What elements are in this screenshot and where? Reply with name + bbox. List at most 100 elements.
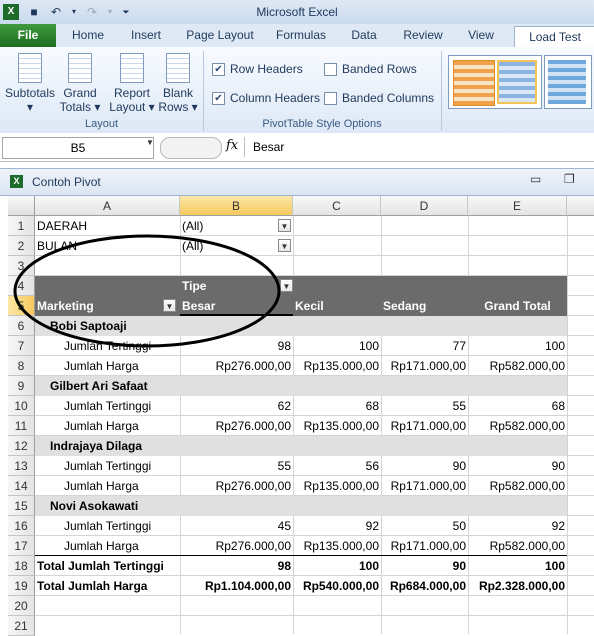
pivot-value-cell[interactable]: Rp1.104.000,00: [180, 576, 293, 596]
tab-page-layout[interactable]: Page Layout: [180, 24, 260, 47]
blank-rows-button[interactable]: Blank Rows ▾: [156, 53, 200, 114]
pivot-value-cell[interactable]: Rp171.000,00: [381, 356, 468, 376]
pivot-value-cell[interactable]: Rp276.000,00: [180, 476, 293, 496]
tab-data[interactable]: Data: [340, 24, 388, 47]
pivot-value-cell[interactable]: Rp135.000,00: [293, 536, 381, 556]
minimize-icon[interactable]: ▭: [530, 172, 541, 186]
pivot-style-blue[interactable]: [548, 60, 586, 104]
tab-insert[interactable]: Insert: [120, 24, 172, 47]
pivot-value-cell[interactable]: Rp135.000,00: [293, 476, 381, 496]
banded-columns-checkbox[interactable]: [324, 92, 337, 105]
pivot-value-cell[interactable]: 68: [293, 396, 381, 416]
pivot-value-cell[interactable]: Rp276.000,00: [180, 416, 293, 436]
pivot-value-cell[interactable]: 77: [381, 336, 468, 356]
pivot-value-cell[interactable]: 100: [293, 336, 381, 356]
pivot-value-cell[interactable]: Rp582.000,00: [468, 476, 567, 496]
grand-totals-button[interactable]: Grand Totals ▾: [58, 53, 102, 114]
pivot-value-cell[interactable]: Rp135.000,00: [293, 416, 381, 436]
marketing-group-label[interactable]: Novi Asokawati: [48, 496, 248, 516]
report-layout-button[interactable]: Report Layout ▾: [108, 53, 156, 114]
formula-bar-resize-handle[interactable]: [160, 137, 222, 159]
row-header[interactable]: 15: [8, 496, 35, 516]
column-header-e[interactable]: E: [468, 196, 567, 216]
insert-function-button[interactable]: fx: [226, 138, 238, 153]
column-header-d[interactable]: D: [381, 196, 468, 216]
pivot-style-orange[interactable]: [453, 60, 495, 106]
pivot-value-cell[interactable]: Rp582.000,00: [468, 356, 567, 376]
value-field-label: Jumlah Harga: [64, 539, 139, 553]
row-header[interactable]: 18: [8, 556, 35, 576]
pivot-value-cell[interactable]: Rp582.000,00: [468, 416, 567, 436]
pivot-value-cell[interactable]: Rp171.000,00: [381, 536, 468, 556]
style-options-group-label: PivotTable Style Options: [262, 118, 382, 130]
pivot-value-cell[interactable]: Rp171.000,00: [381, 476, 468, 496]
pivot-style-gallery[interactable]: [448, 55, 542, 109]
pivot-value-cell[interactable]: Rp135.000,00: [293, 356, 381, 376]
tab-review[interactable]: Review: [396, 24, 450, 47]
pivot-value-cell[interactable]: Rp276.000,00: [180, 536, 293, 556]
row-header[interactable]: 11: [8, 416, 35, 436]
tab-load-test[interactable]: Load Test: [514, 26, 594, 49]
report-layout-icon: [120, 53, 144, 83]
row-header[interactable]: 16: [8, 516, 35, 536]
tab-file[interactable]: File: [0, 24, 56, 47]
pivot-value-cell[interactable]: Rp582.000,00: [468, 536, 567, 556]
pivot-value-cell[interactable]: 92: [293, 516, 381, 536]
layout-group-label: Layout: [84, 118, 119, 130]
blank-rows-label: Blank: [162, 86, 194, 100]
col-item-grand-total: Grand Total: [484, 299, 551, 313]
row-header[interactable]: 19: [8, 576, 35, 596]
tab-home[interactable]: Home: [62, 24, 114, 47]
pivot-value-cell[interactable]: 90: [468, 456, 567, 476]
row-header[interactable]: 14: [8, 476, 35, 496]
name-box-dropdown-icon[interactable]: ▼: [146, 138, 154, 147]
pivot-value-cell[interactable]: 55: [381, 396, 468, 416]
pivot-style-gallery-more[interactable]: [544, 55, 592, 109]
row-header[interactable]: 17: [8, 536, 35, 556]
select-all-corner[interactable]: [8, 196, 35, 216]
marketing-group-label[interactable]: Indrajaya Dilaga: [48, 436, 248, 456]
name-box[interactable]: B5: [2, 137, 154, 159]
pivot-value-cell[interactable]: 90: [381, 456, 468, 476]
row-header[interactable]: 12: [8, 436, 35, 456]
pivot-value-cell[interactable]: 90: [381, 556, 468, 576]
title-bar: X ■ ↶ ▾ ↷ ▾ ⏷ Microsoft Excel: [0, 0, 594, 24]
row-header[interactable]: 21: [8, 616, 35, 636]
pivot-value-cell[interactable]: 55: [180, 456, 293, 476]
workbook-title: Contoh Pivot: [32, 175, 101, 189]
column-header-a[interactable]: A: [35, 196, 180, 216]
pivot-value-cell[interactable]: 100: [468, 556, 567, 576]
row-header[interactable]: 13: [8, 456, 35, 476]
row-header[interactable]: 20: [8, 596, 35, 616]
subtotals-button[interactable]: Subtotals ▾: [4, 53, 56, 114]
pivot-value-cell[interactable]: 56: [293, 456, 381, 476]
pivot-value-cell[interactable]: Rp2.328.000,00: [468, 576, 567, 596]
column-header-b[interactable]: B: [180, 196, 293, 216]
pivot-value-cell[interactable]: 50: [381, 516, 468, 536]
row-headers-checkbox[interactable]: ✔: [212, 63, 225, 76]
pivot-value-cell[interactable]: 62: [180, 396, 293, 416]
pivot-value-cell[interactable]: Rp684.000,00: [381, 576, 468, 596]
pivot-value-cell[interactable]: Rp540.000,00: [293, 576, 381, 596]
column-header-f[interactable]: [567, 196, 594, 216]
pivot-value-cell[interactable]: 100: [468, 336, 567, 356]
column-headers-checkbox[interactable]: ✔: [212, 92, 225, 105]
pivot-style-blue-selected[interactable]: [497, 60, 537, 104]
row-header[interactable]: 10: [8, 396, 35, 416]
column-header-c[interactable]: C: [293, 196, 381, 216]
row-header[interactable]: 9: [8, 376, 35, 396]
pivot-value-cell[interactable]: 45: [180, 516, 293, 536]
value-field-label: Jumlah Tertinggi: [64, 519, 152, 533]
banded-rows-checkbox[interactable]: [324, 63, 337, 76]
marketing-group-label[interactable]: Gilbert Ari Safaat: [48, 376, 248, 396]
tab-formulas[interactable]: Formulas: [268, 24, 334, 47]
pivot-value-cell[interactable]: 98: [180, 556, 293, 576]
restore-icon[interactable]: ❐: [564, 172, 575, 186]
pivot-value-cell[interactable]: Rp171.000,00: [381, 416, 468, 436]
pivot-value-cell[interactable]: 68: [468, 396, 567, 416]
pivot-value-cell[interactable]: 92: [468, 516, 567, 536]
pivot-value-cell[interactable]: 100: [293, 556, 381, 576]
formula-input[interactable]: Besar: [244, 137, 594, 157]
tab-view[interactable]: View: [458, 24, 504, 47]
group-separator-2: [441, 51, 442, 131]
